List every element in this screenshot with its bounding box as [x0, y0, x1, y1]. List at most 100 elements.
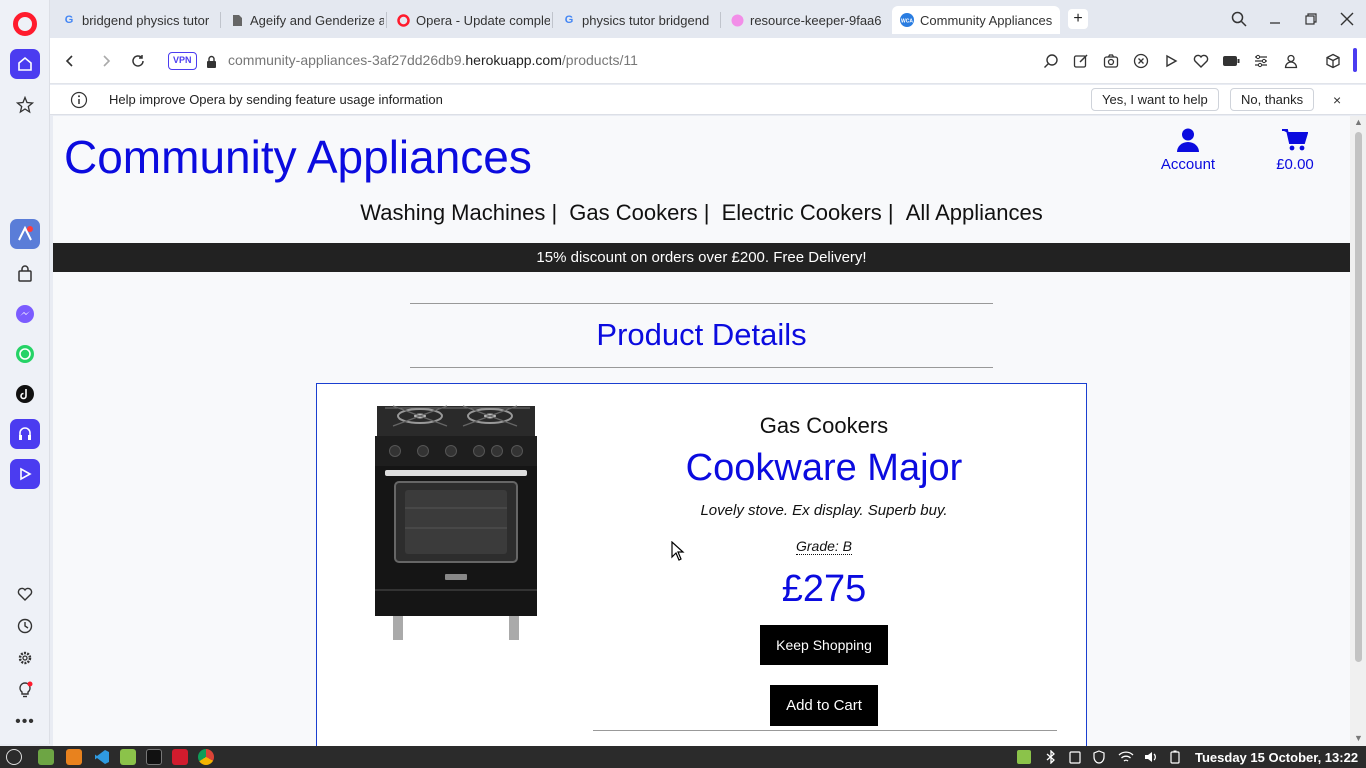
tab-bar: G bridgend physics tutor Ageify and Gend…: [50, 0, 1366, 38]
tab-resource-keeper[interactable]: resource-keeper-9faa6: [722, 6, 888, 34]
scroll-up-icon[interactable]: ▲: [1354, 117, 1363, 127]
back-icon[interactable]: [59, 50, 81, 72]
clipboard-icon[interactable]: [1068, 750, 1082, 764]
tab-label: Community Appliances: [920, 12, 1053, 28]
battery-icon[interactable]: [1221, 51, 1241, 71]
tray-folder-icon[interactable]: [1017, 750, 1031, 764]
promo-banner: 15% discount on orders over £200. Free D…: [53, 243, 1350, 272]
yes-help-button[interactable]: Yes, I want to help: [1091, 88, 1219, 111]
volume-icon[interactable]: [1144, 750, 1158, 764]
chrome-icon[interactable]: [198, 749, 214, 765]
url-path: /products/11: [561, 52, 638, 68]
more-options-icon[interactable]: •••: [15, 712, 35, 732]
scroll-down-icon[interactable]: ▼: [1354, 733, 1363, 743]
gas-cooker-image: [375, 405, 537, 640]
cart-total: £0.00: [1276, 156, 1314, 173]
speed-dial-star-icon[interactable]: [10, 90, 40, 120]
svg-text:WCA: WCA: [901, 19, 913, 25]
product-grade: Grade: B: [795, 538, 853, 555]
product-card: Gas Cookers Cookware Major Lovely stove.…: [316, 383, 1087, 746]
extensions-cube-icon[interactable]: [1323, 51, 1343, 71]
files-folder-icon[interactable]: [120, 749, 136, 765]
easy-setup-icon[interactable]: [1251, 51, 1271, 71]
reload-icon[interactable]: [127, 50, 149, 72]
shopping-bag-icon[interactable]: [10, 259, 40, 289]
close-window-icon[interactable]: [1336, 8, 1358, 30]
tab-physics-tutor-bridgend[interactable]: G physics tutor bridgend: [554, 6, 718, 34]
history-clock-icon[interactable]: [15, 616, 35, 636]
tab-bridgend-physics-tutor[interactable]: G bridgend physics tutor: [54, 6, 218, 34]
tab-ageify[interactable]: Ageify and Genderize a: [222, 6, 384, 34]
nav-gas-cookers[interactable]: Gas Cookers |: [569, 200, 709, 225]
tab-search-icon[interactable]: [1228, 8, 1250, 30]
nav-electric-cookers[interactable]: Electric Cookers |: [722, 200, 894, 225]
tab-opera-update[interactable]: Opera - Update comple: [388, 6, 550, 34]
tab-community-appliances[interactable]: WCA Community Appliances: [892, 6, 1060, 34]
site-brand-link[interactable]: Community Appliances: [64, 130, 532, 184]
tiktok-icon[interactable]: [10, 379, 40, 409]
google-icon: G: [564, 14, 574, 26]
divider: [410, 367, 993, 368]
new-tab-plus-icon[interactable]: +: [1068, 9, 1088, 29]
sidebar-toggle-indicator[interactable]: [1353, 48, 1357, 72]
edit-icon[interactable]: [1071, 51, 1091, 71]
product-category: Gas Cookers: [759, 413, 889, 438]
home-icon[interactable]: [10, 49, 40, 79]
lock-icon[interactable]: [200, 50, 222, 72]
vpn-badge[interactable]: VPN: [168, 52, 197, 70]
shopping-cart-icon: [1282, 129, 1308, 151]
page-search-icon[interactable]: [1041, 51, 1061, 71]
restore-icon[interactable]: [1300, 8, 1322, 30]
document-icon: [230, 13, 244, 27]
aria-app-icon[interactable]: [10, 219, 40, 249]
address-bar: VPN community-appliances-3af27dd26db9.he…: [50, 38, 1366, 84]
ad-blocker-shield-icon[interactable]: [1131, 51, 1151, 71]
opera-taskbar-icon[interactable]: [172, 749, 188, 765]
opera-icon: [396, 13, 410, 27]
forward-icon[interactable]: [95, 50, 117, 72]
scroll-thumb[interactable]: [1355, 132, 1362, 662]
player-play-icon[interactable]: [1161, 51, 1181, 71]
info-icon: [70, 91, 88, 109]
page-scrollbar[interactable]: ▲ ▼: [1350, 116, 1366, 746]
heart-icon[interactable]: [15, 584, 35, 604]
shield-icon[interactable]: [1092, 750, 1106, 764]
user-icon: [1177, 128, 1199, 152]
settings-gear-icon[interactable]: [15, 648, 35, 668]
firefox-icon[interactable]: [66, 749, 82, 765]
terminal-icon[interactable]: [146, 749, 162, 765]
keep-shopping-button[interactable]: Keep Shopping: [760, 625, 888, 665]
nav-washing-machines[interactable]: Washing Machines |: [360, 200, 557, 225]
snapshot-camera-icon[interactable]: [1101, 51, 1121, 71]
opera-logo-icon[interactable]: [13, 12, 37, 36]
profile-icon[interactable]: [1281, 51, 1301, 71]
minimize-icon[interactable]: [1264, 8, 1286, 30]
cart-link[interactable]: £0.00: [1265, 128, 1325, 173]
battery-tray-icon[interactable]: [1170, 750, 1184, 764]
opera-info-bar: Help improve Opera by sending feature us…: [50, 85, 1366, 115]
wifi-icon[interactable]: [1118, 750, 1134, 764]
nav-all-appliances[interactable]: All Appliances: [906, 200, 1043, 225]
account-label: Account: [1160, 156, 1216, 173]
no-thanks-button[interactable]: No, thanks: [1230, 88, 1315, 111]
menu-icon[interactable]: [6, 749, 22, 765]
close-infobar-icon[interactable]: ×: [1333, 92, 1341, 108]
bluetooth-icon[interactable]: [1044, 749, 1058, 765]
my-flow-heart-icon[interactable]: [1191, 51, 1211, 71]
main-nav: Washing Machines | Gas Cookers | Electri…: [53, 200, 1350, 226]
url-field[interactable]: community-appliances-3af27dd26db9.heroku…: [228, 52, 638, 68]
taskbar-clock[interactable]: Tuesday 15 October, 13:22: [1195, 750, 1358, 765]
account-link[interactable]: Account: [1153, 128, 1223, 173]
tab-label: Opera - Update comple: [416, 12, 550, 28]
site-favicon-icon: WCA: [900, 13, 914, 27]
add-to-cart-button[interactable]: Add to Cart: [770, 685, 878, 726]
messenger-icon[interactable]: [10, 299, 40, 329]
music-player-icon[interactable]: [10, 419, 40, 449]
lightbulb-icon[interactable]: [15, 680, 35, 700]
tab-label: physics tutor bridgend: [582, 12, 710, 28]
info-message: Help improve Opera by sending feature us…: [109, 92, 443, 107]
whatsapp-icon[interactable]: [10, 339, 40, 369]
show-desktop-icon[interactable]: [38, 749, 54, 765]
vscode-icon[interactable]: [94, 749, 110, 765]
player-icon[interactable]: [10, 459, 40, 489]
